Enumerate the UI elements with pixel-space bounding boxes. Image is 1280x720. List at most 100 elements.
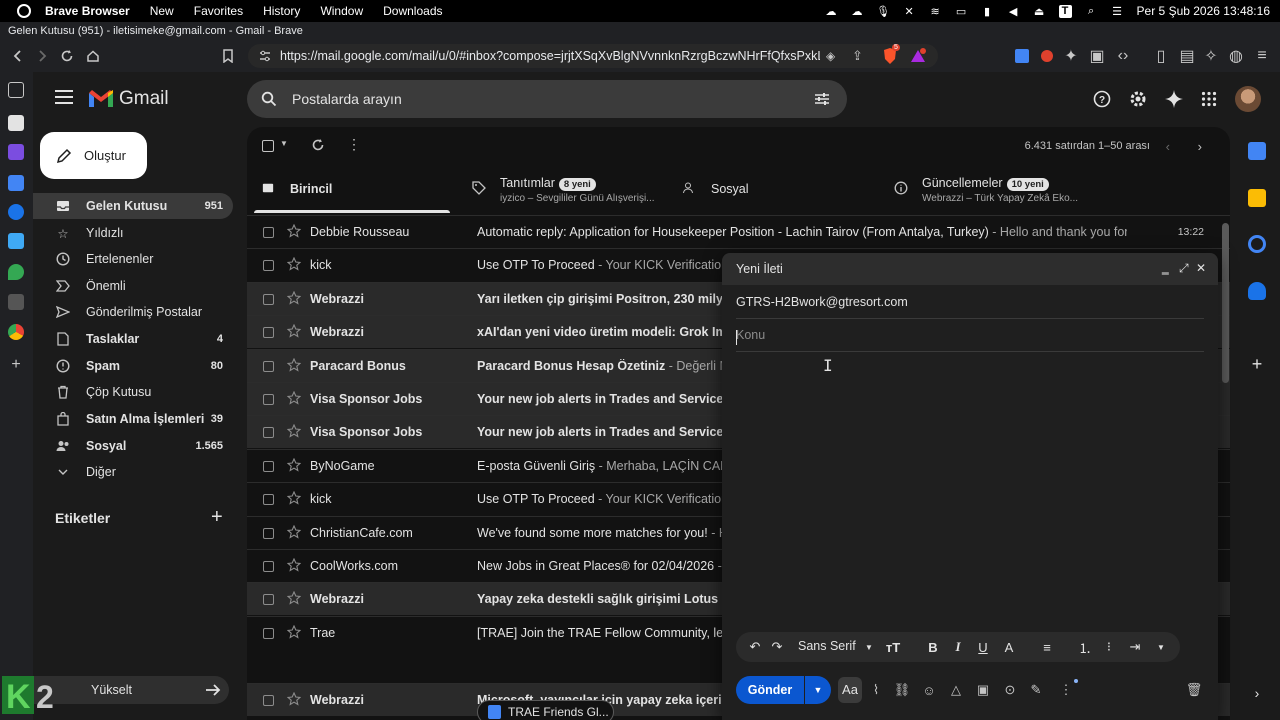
star-icon[interactable] [287, 424, 301, 439]
bookmark-icon[interactable] [218, 46, 238, 66]
row-checkbox[interactable] [263, 227, 274, 238]
row-checkbox[interactable] [263, 527, 274, 539]
contacts-icon[interactable] [1248, 282, 1266, 300]
search-options-icon[interactable] [814, 91, 830, 107]
spotlight-search-icon[interactable]: ⌕ [1085, 5, 1098, 18]
cloud-icon[interactable]: ☁ [825, 5, 838, 18]
mute-icon[interactable]: ✕ [903, 5, 916, 18]
tab-promotions[interactable]: Tanıtımlar 8 yeni iyzico – Sevgililer Gün… [472, 169, 672, 213]
nav-more[interactable]: Diğer [33, 459, 233, 485]
subject-field[interactable]: Konu [736, 319, 1204, 352]
share-icon[interactable]: ⇪ [852, 48, 863, 64]
star-icon[interactable] [287, 591, 301, 606]
back-arrow-icon[interactable] [8, 46, 28, 66]
confidential-mode-icon[interactable]: ⊙ [1002, 682, 1018, 698]
menu-new[interactable]: New [150, 4, 174, 18]
bulleted-list-icon[interactable]: ⁝ [1102, 639, 1116, 654]
add-label-icon[interactable]: + [211, 507, 223, 527]
show-side-panel-icon[interactable]: › [1248, 684, 1266, 702]
nav-trash[interactable]: Çöp Kutusu [33, 379, 233, 405]
text-color-icon[interactable]: A [1002, 640, 1016, 655]
undo-icon[interactable]: ↶ [748, 639, 762, 654]
discard-draft-icon[interactable]: 🗑 [1186, 682, 1203, 698]
cloud-sync-icon[interactable]: ☁ [851, 5, 864, 18]
indent-icon[interactable]: ⇥ [1128, 639, 1142, 654]
apps-grid-icon[interactable] [1199, 89, 1219, 109]
formatting-options-icon[interactable]: Aa [838, 677, 862, 703]
url-text[interactable]: https://mail.google.com/mail/u/0/#inbox?… [280, 49, 820, 63]
star-icon[interactable] [287, 524, 301, 539]
select-all-checkbox[interactable] [262, 140, 274, 152]
message-body[interactable] [736, 357, 1204, 625]
prev-page-icon[interactable]: ‹ [1166, 139, 1170, 154]
extension-sun-icon[interactable] [1037, 46, 1057, 66]
wifi-icon[interactable]: ≋ [929, 5, 942, 18]
display-icon[interactable]: ▭ [955, 5, 968, 18]
row-checkbox[interactable] [263, 427, 274, 439]
star-icon[interactable] [287, 558, 301, 572]
menu-icon[interactable]: ≡ [1252, 46, 1272, 66]
menu-window[interactable]: Window [320, 4, 363, 18]
apple-logo-icon[interactable] [17, 4, 31, 18]
mute-site-icon[interactable] [8, 294, 24, 310]
attach-file-icon[interactable]: ⌇ [868, 682, 884, 698]
nav-important[interactable]: Önemli [33, 273, 233, 299]
next-page-icon[interactable]: › [1198, 139, 1202, 154]
more-vertical-icon[interactable]: ⋮ [347, 137, 361, 151]
fullscreen-icon[interactable]: ⤢ [1179, 262, 1191, 274]
more-options-icon[interactable]: ⋮ [1058, 682, 1074, 698]
get-addons-icon[interactable]: + [1248, 355, 1266, 373]
nav-social[interactable]: Sosyal 1.565 [33, 433, 233, 459]
underline-icon[interactable]: U [976, 640, 990, 655]
docs-icon[interactable] [8, 175, 24, 191]
insert-link-icon[interactable]: ⛓ [894, 682, 911, 698]
numbered-list-icon[interactable]: ⒈ [1078, 640, 1092, 656]
more-formatting-icon[interactable]: ▼ [1154, 640, 1168, 654]
search-bar[interactable]: Postalarda arayın [247, 80, 847, 118]
nav-inbox[interactable]: Gelen Kutusu 951 [33, 193, 233, 219]
subject-input[interactable]: Konu [736, 328, 765, 342]
emoji-icon[interactable]: ☺ [921, 682, 937, 698]
row-checkbox[interactable] [263, 594, 274, 606]
microphone-icon[interactable]: 🎙 [876, 5, 890, 18]
align-icon[interactable]: ≡ [1040, 640, 1054, 655]
leo-ai-icon[interactable]: ✧ [1201, 46, 1221, 66]
wallet-icon[interactable]: ▤ [1177, 46, 1197, 66]
row-checkbox[interactable] [263, 260, 274, 272]
recipient-address[interactable]: GTRS-H2Bwork@gtresort.com [736, 295, 908, 309]
app-icon[interactable] [8, 204, 24, 220]
schedule-send-caret-icon[interactable]: ▼ [805, 676, 831, 704]
sidebar-toggle-icon[interactable]: ▯ [1151, 46, 1171, 66]
settings-gear-icon[interactable] [1128, 89, 1148, 109]
recipients-field[interactable]: GTRS-H2Bwork@gtresort.com [736, 286, 1204, 319]
nav-spam[interactable]: Spam 80 [33, 353, 233, 379]
maps-icon[interactable] [8, 264, 24, 280]
row-checkbox[interactable] [263, 561, 274, 572]
italic-icon[interactable]: I [951, 639, 965, 654]
table-row[interactable]: Debbie Rousseau Automatic reply: Applicat… [247, 215, 1230, 248]
battery-icon[interactable]: ▮ [981, 5, 994, 18]
signature-icon[interactable]: ✎ [1028, 682, 1044, 698]
calendar-icon[interactable] [1248, 142, 1266, 160]
star-icon[interactable] [287, 357, 301, 372]
list-scrollbar[interactable] [1222, 223, 1229, 383]
text-size-icon[interactable]: тT [886, 640, 900, 655]
menu-favorites[interactable]: Favorites [194, 4, 243, 18]
star-icon[interactable] [287, 624, 301, 639]
brave-rewards-icon[interactable] [910, 48, 926, 64]
star-icon[interactable] [287, 691, 301, 706]
main-menu-icon[interactable] [55, 90, 73, 104]
text-input-icon[interactable]: T [1058, 4, 1072, 18]
menu-downloads[interactable]: Downloads [383, 4, 442, 18]
nav-drafts[interactable]: Taslaklar 4 [33, 326, 233, 352]
star-icon[interactable] [287, 391, 301, 405]
tasks-icon[interactable] [1248, 235, 1266, 253]
translate-icon[interactable] [1012, 46, 1032, 66]
menu-history[interactable]: History [263, 4, 300, 18]
insert-photo-icon[interactable]: ▣ [975, 682, 991, 698]
nav-snoozed[interactable]: Ertelenenler [33, 246, 233, 272]
account-avatar[interactable] [1235, 86, 1261, 112]
keep-icon[interactable] [1248, 189, 1266, 207]
star-icon[interactable] [287, 290, 301, 305]
search-input[interactable]: Postalarda arayın [292, 91, 402, 107]
